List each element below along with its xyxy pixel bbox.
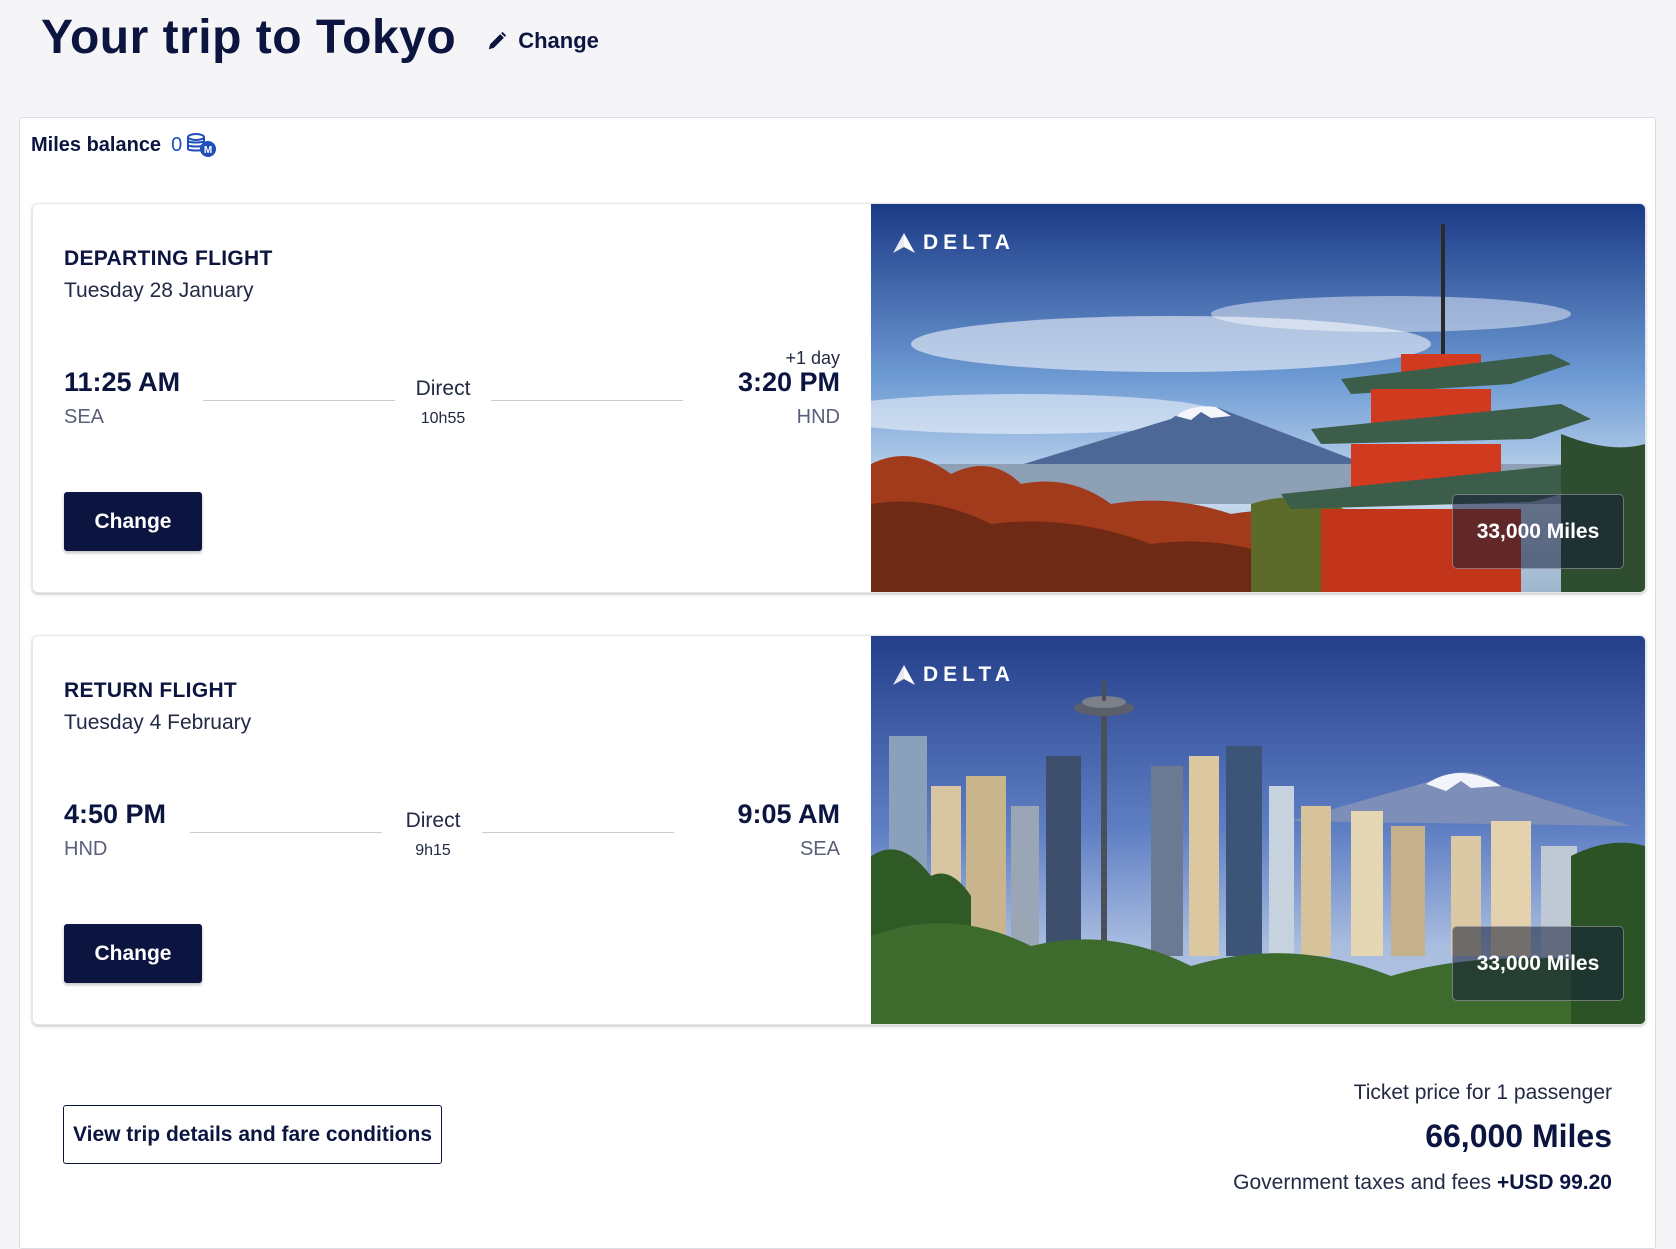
airline-name: DELTA — [923, 231, 1015, 254]
arrival-airport: HND — [796, 406, 840, 428]
delta-triangle-icon — [893, 233, 915, 253]
arrival-airport: SEA — [799, 838, 840, 860]
delta-triangle-icon — [893, 665, 915, 685]
taxes-amount: +USD 99.20 — [1497, 1171, 1612, 1194]
miles-balance: Miles balance 0 M — [31, 132, 218, 158]
flight-date: Tuesday 4 February — [64, 711, 252, 734]
miles-coins-icon: M — [187, 133, 217, 157]
page-header: Your trip to Tokyo Change — [41, 10, 599, 65]
departure-airport: HND — [64, 838, 108, 860]
change-return-flight-button[interactable]: Change — [64, 924, 202, 983]
page-title: Your trip to Tokyo — [41, 11, 457, 64]
seattle-skyline-mount-rainier-image: DELTA 33,000 Miles — [871, 636, 1645, 1024]
stop-type: Direct — [415, 377, 471, 400]
change-departing-flight-button[interactable]: Change — [64, 492, 202, 551]
taxes-and-fees: Government taxes and fees +USD 99.20 — [1233, 1171, 1612, 1195]
stop-type: Direct — [405, 809, 461, 832]
route-line-left — [203, 400, 395, 401]
route-line-right — [491, 400, 683, 401]
view-trip-details-button[interactable]: View trip details and fare conditions — [63, 1105, 442, 1164]
pencil-icon — [488, 31, 507, 49]
flight-price-badge: 33,000 Miles — [1452, 494, 1624, 569]
departure-time: 4:50 PM — [64, 799, 167, 829]
arrival-next-day-note: +1 day — [785, 348, 840, 368]
departing-flight-card: DEPARTING FLIGHT Tuesday 28 January 11:2… — [32, 203, 1646, 593]
departure-time: 11:25 AM — [64, 367, 181, 397]
departure-airport: SEA — [64, 406, 105, 428]
flight-date: Tuesday 28 January — [64, 279, 254, 302]
airline-name: DELTA — [923, 663, 1015, 686]
taxes-label: Government taxes and fees — [1233, 1171, 1492, 1194]
flight-duration: 9h15 — [415, 842, 451, 859]
ticket-price-label: Ticket price for 1 passenger — [1353, 1081, 1612, 1104]
change-trip-label: Change — [518, 27, 599, 53]
route-line-left — [190, 832, 382, 833]
flight-duration: 10h55 — [420, 410, 466, 427]
miles-balance-label: Miles balance — [31, 133, 162, 156]
flight-info: RETURN FLIGHT Tuesday 4 February 4:50 PM… — [33, 636, 871, 1024]
total-miles-price: 66,000 Miles — [1425, 1118, 1612, 1154]
miles-balance-value: 0 — [171, 133, 183, 156]
arrival-time: 9:05 AM — [737, 799, 840, 829]
route-line-right — [482, 832, 674, 833]
tokyo-pagoda-mount-fuji-image: DELTA 33,000 Miles — [871, 204, 1645, 592]
arrival-time: 3:20 PM — [737, 367, 840, 397]
flight-label: RETURN FLIGHT — [64, 679, 238, 702]
flight-price-badge: 33,000 Miles — [1452, 926, 1624, 1001]
return-flight-card: RETURN FLIGHT Tuesday 4 February 4:50 PM… — [32, 635, 1646, 1025]
delta-logo: DELTA — [893, 231, 1015, 255]
flight-label: DEPARTING FLIGHT — [64, 247, 273, 270]
flight-info: DEPARTING FLIGHT Tuesday 28 January 11:2… — [33, 204, 871, 592]
trip-panel: Miles balance 0 M DEPARTING FLIGHT Tuesd… — [19, 117, 1656, 1249]
change-trip-link[interactable]: Change — [486, 28, 599, 54]
svg-text:M: M — [204, 145, 212, 156]
delta-logo: DELTA — [893, 663, 1015, 687]
